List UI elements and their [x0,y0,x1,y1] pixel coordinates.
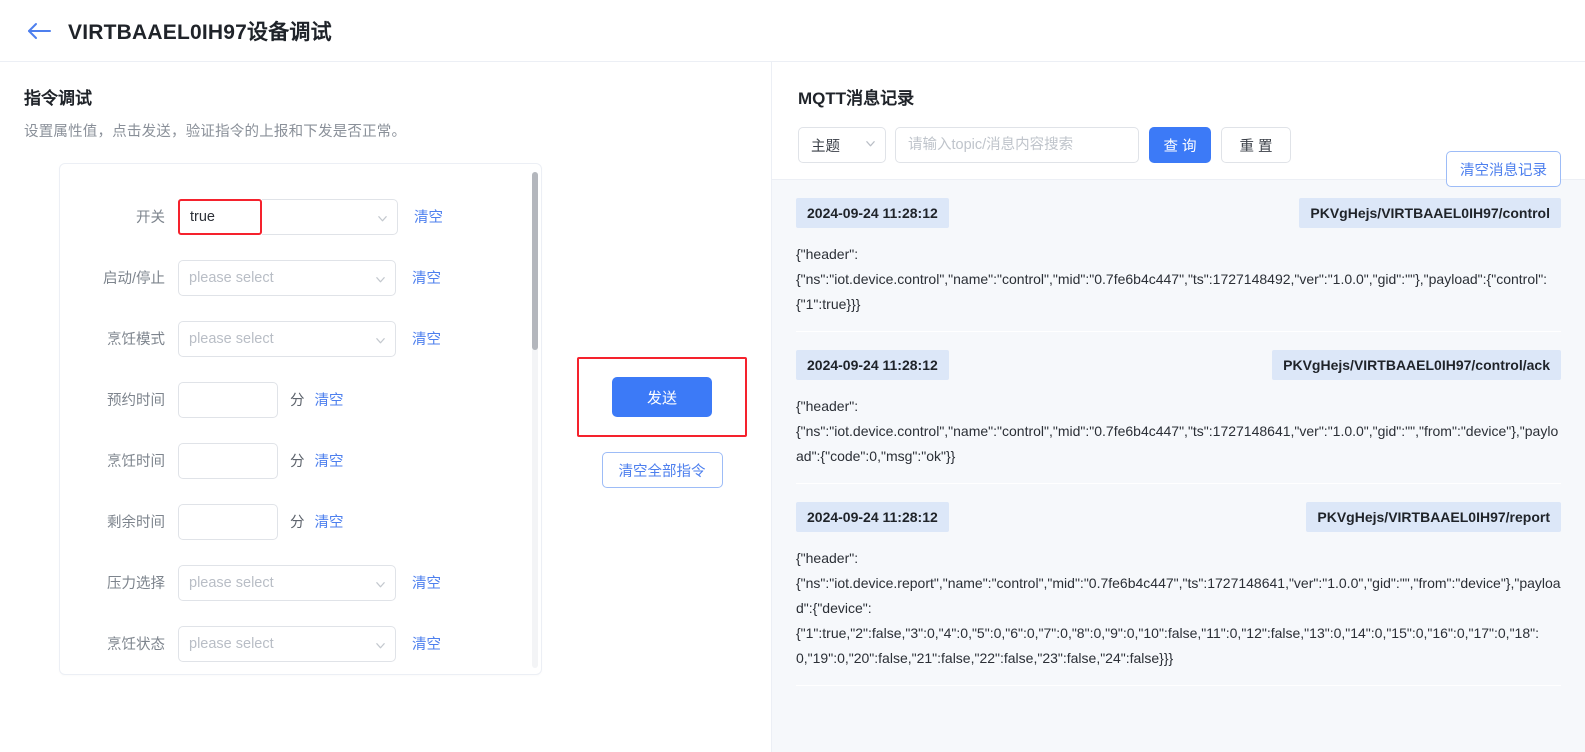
search-input[interactable] [895,127,1139,163]
property-row: 烹饪模式 please select 清空 [60,308,541,369]
property-row-label: 压力选择 [107,576,165,592]
reset-button[interactable]: 重 置 [1221,127,1291,163]
message-payload: {"header": {"ns":"iot.device.control","n… [796,246,1548,312]
query-button[interactable]: 查 询 [1149,127,1211,163]
unit-label: 分 [290,393,305,409]
property-select-rest[interactable] [262,198,398,235]
message-topic: PKVgHejs/VIRTBAAEL0IH97/control/ack [1272,350,1561,380]
chevron-down-icon [865,137,876,153]
message-topic: PKVgHejs/VIRTBAAEL0IH97/report [1306,502,1561,532]
clear-field-link[interactable]: 清空 [412,572,441,593]
mqtt-message-item: 2024-09-24 11:28:12 PKVgHejs/VIRTBAAEL0IH… [796,484,1561,686]
chevron-down-icon [377,212,387,222]
property-select-value: please select [189,635,274,652]
chevron-down-icon [375,639,385,649]
property-select-value: please select [189,574,274,591]
property-row: 烹饪时间 分清空 [60,430,541,491]
page-title: VIRTBAAEL0IH97设备调试 [68,20,332,44]
property-row: 烹饪状态 please select 清空 [60,613,541,674]
mqtt-message-item: 2024-09-24 11:28:12 PKVgHejs/VIRTBAAEL0IH… [796,180,1561,332]
clear-field-link[interactable]: 清空 [414,206,443,227]
form-scrollbar[interactable] [532,172,538,668]
property-select-value: please select [189,330,274,347]
property-row: 预约时间 分清空 [60,369,541,430]
clear-field-link[interactable]: 清空 [412,633,441,654]
command-debug-panel: 指令调试 设置属性值，点击发送，验证指令的上报和下发是否正常。 开关 true 清空… [0,62,772,752]
mqtt-log-panel: MQTT消息记录 主题 查 询 重 置 清空消息记录 [772,62,1585,752]
property-row-label: 烹饪时间 [107,454,165,470]
page-body: 指令调试 设置属性值，点击发送，验证指令的上报和下发是否正常。 开关 true 清空… [0,62,1585,752]
top-header-bar: VIRTBAAEL0IH97设备调试 [0,0,1585,62]
property-row-label: 启动/停止 [102,271,165,287]
mqtt-title: MQTT消息记录 [798,89,915,108]
clear-field-link[interactable]: 清空 [412,267,441,288]
mqtt-message-header: 2024-09-24 11:28:12 PKVgHejs/VIRTBAAEL0IH… [796,350,1561,380]
clear-field-link[interactable]: 清空 [412,328,441,349]
chevron-down-icon [375,334,385,344]
send-button[interactable]: 发送 [612,377,712,417]
arrow-left-icon[interactable] [24,16,54,46]
clear-field-link[interactable]: 清空 [315,389,344,410]
property-select[interactable]: please select [178,564,396,601]
property-select-value: true [190,208,215,225]
message-timestamp: 2024-09-24 11:28:12 [796,350,949,380]
property-select[interactable]: please select [178,625,396,662]
section-title: 指令调试 [24,89,92,108]
property-row: 启动/停止 please select 清空 [60,247,541,308]
property-row-label: 烹饪模式 [107,332,165,348]
message-topic: PKVgHejs/VIRTBAAEL0IH97/control [1299,198,1561,228]
clear-message-log-button[interactable]: 清空消息记录 [1446,151,1561,187]
message-payload: {"header": {"ns":"iot.device.control","n… [796,398,1559,464]
property-row: 压力选择 please select 清空 [60,552,541,613]
property-select-value: please select [189,269,274,286]
mqtt-message-item: 2024-09-24 11:28:12 PKVgHejs/VIRTBAAEL0IH… [796,332,1561,484]
property-select-highlighted[interactable]: true [178,198,262,235]
property-row: 开关 true 清空 [60,186,541,247]
property-row-label: 剩余时间 [107,515,165,531]
topic-type-select-value: 主题 [811,138,840,155]
chevron-down-icon [375,578,385,588]
clear-field-link[interactable]: 清空 [315,511,344,532]
chevron-down-icon [375,273,385,283]
message-payload: {"header": {"ns":"iot.device.report","na… [796,550,1561,666]
clear-all-commands-button[interactable]: 清空全部指令 [601,452,723,488]
topic-type-select[interactable]: 主题 [798,127,886,163]
form-scrollbar-thumb[interactable] [532,172,538,350]
send-button-highlight: 发送 [577,357,747,437]
section-subtitle: 设置属性值，点击发送，验证指令的上报和下发是否正常。 [24,124,407,140]
mqtt-message-list[interactable]: 2024-09-24 11:28:12 PKVgHejs/VIRTBAAEL0IH… [772,180,1585,752]
property-number-input[interactable] [178,381,278,418]
mqtt-log-header: MQTT消息记录 主题 查 询 重 置 清空消息记录 [772,62,1585,187]
property-select[interactable]: please select [178,320,396,357]
message-timestamp: 2024-09-24 11:28:12 [796,198,949,228]
form-area: 开关 true 清空 启动/停止 please select 清空 烹饪模式 please s… [24,163,747,675]
property-number-input[interactable] [178,503,278,540]
clear-field-link[interactable]: 清空 [315,450,344,471]
property-number-input[interactable] [178,442,278,479]
property-form-card: 开关 true 清空 启动/停止 please select 清空 烹饪模式 please s… [59,163,542,675]
property-select[interactable]: please select [178,259,396,296]
mqtt-message-header: 2024-09-24 11:28:12 PKVgHejs/VIRTBAAEL0IH… [796,502,1561,532]
unit-label: 分 [290,454,305,470]
property-row-label: 开关 [136,210,165,226]
action-column: 发送 清空全部指令 [577,163,747,675]
device-debug-page: VIRTBAAEL0IH97设备调试 指令调试 设置属性值，点击发送，验证指令的… [0,0,1585,752]
mqtt-message-header: 2024-09-24 11:28:12 PKVgHejs/VIRTBAAEL0IH… [796,198,1561,228]
unit-label: 分 [290,515,305,531]
property-row-label: 烹饪状态 [107,637,165,653]
property-row: 剩余时间 分清空 [60,491,541,552]
message-timestamp: 2024-09-24 11:28:12 [796,502,949,532]
property-row-label: 预约时间 [107,393,165,409]
property-form-rows: 开关 true 清空 启动/停止 please select 清空 烹饪模式 please s… [60,164,541,674]
